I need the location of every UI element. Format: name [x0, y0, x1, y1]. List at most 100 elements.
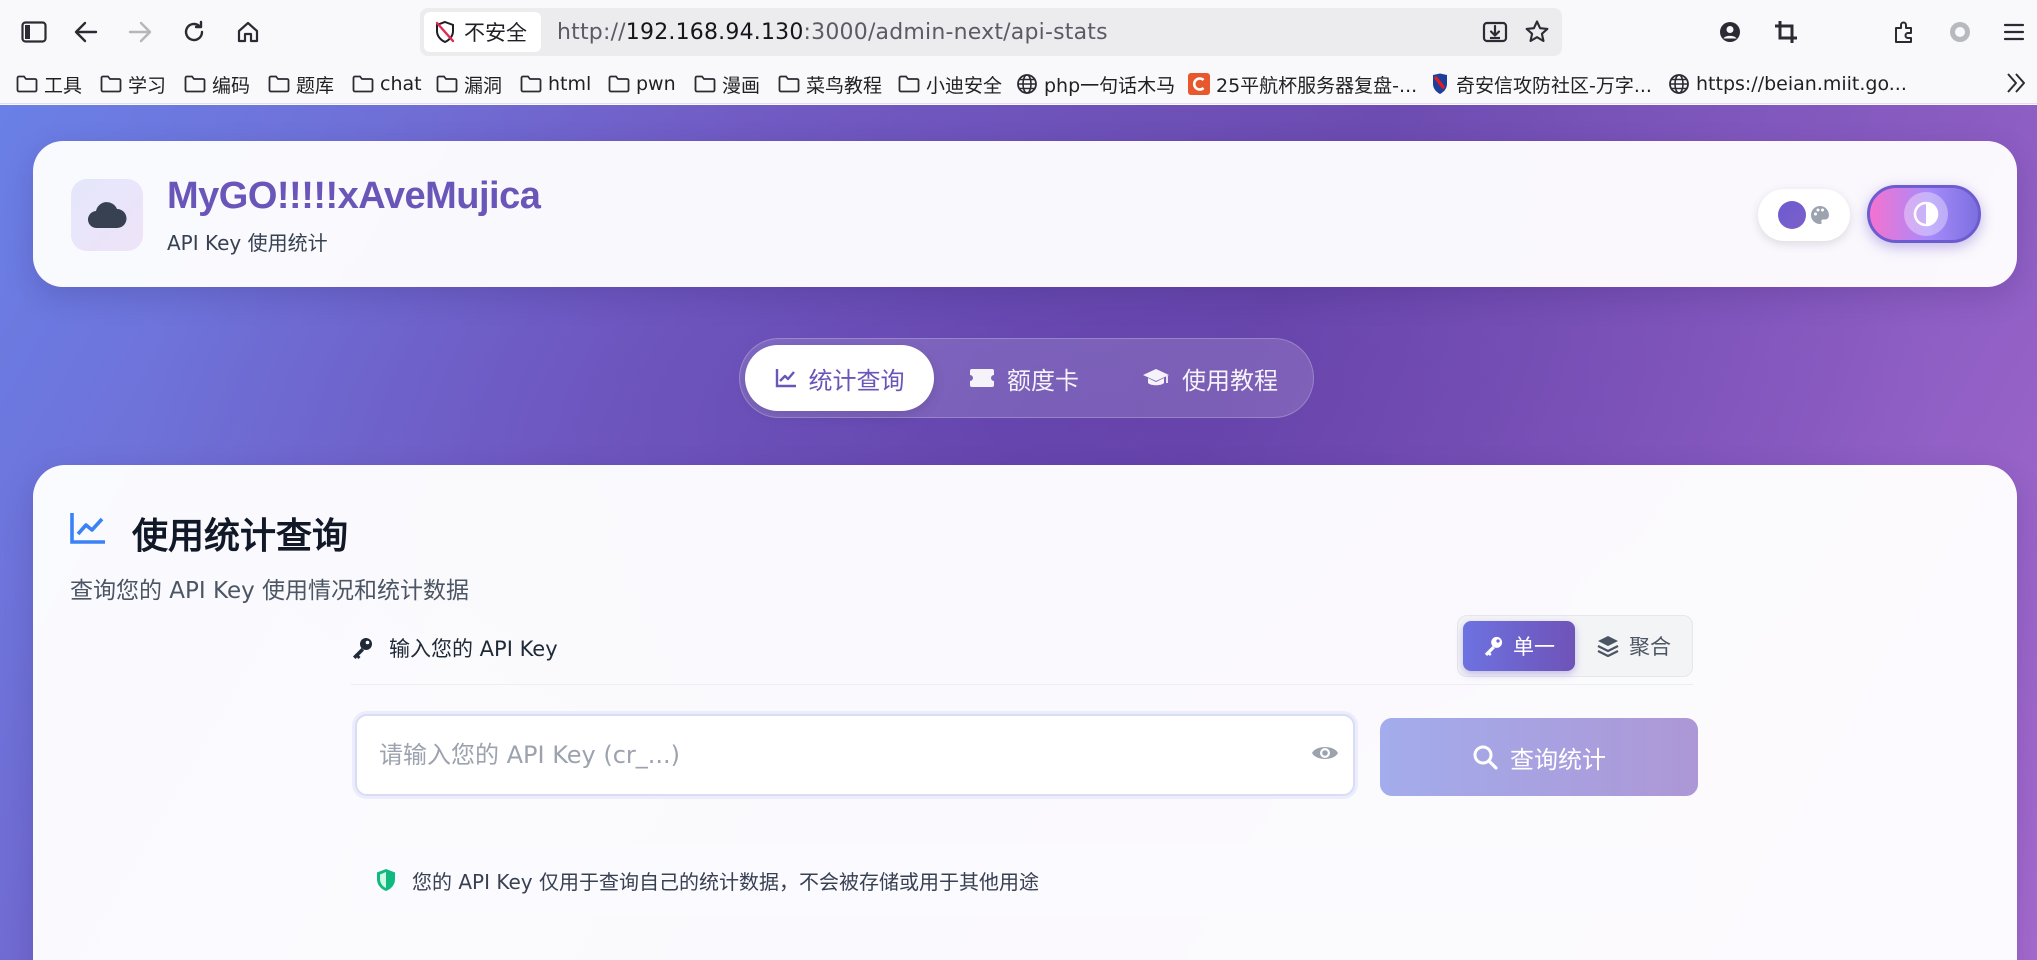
- bookmarks-overflow-chevron-icon[interactable]: [2005, 70, 2027, 100]
- account-icon[interactable]: [1712, 14, 1748, 50]
- eye-icon[interactable]: [1311, 742, 1339, 764]
- page-title: 使用统计查询: [132, 516, 349, 557]
- brand-subtitle: API Key 使用统计: [167, 231, 328, 255]
- search-icon: [1473, 745, 1498, 770]
- bookmark-item[interactable]: 小迪安全: [898, 68, 1002, 100]
- ticket-icon: [970, 369, 994, 387]
- bookmark-label: 工具: [44, 74, 83, 97]
- api-key-label-row: 输入您的 API Key 单一 聚合: [351, 607, 1693, 685]
- key-icon: [1484, 636, 1503, 656]
- bookmark-item[interactable]: https://beian.miit.go...: [1668, 68, 1907, 100]
- bookmark-star-icon[interactable]: [1519, 14, 1555, 50]
- bookmark-item[interactable]: html: [520, 68, 591, 100]
- forward-arrow-icon[interactable]: [122, 14, 158, 50]
- bookmark-item[interactable]: 题库: [268, 68, 334, 100]
- crop-screenshot-icon[interactable]: [1768, 14, 1804, 50]
- bookmark-label: 奇安信攻防社区-万字...: [1456, 74, 1652, 97]
- mode-single-button[interactable]: 单一: [1463, 621, 1575, 671]
- bookmark-label: chat: [380, 73, 422, 95]
- page-background: MyGO!!!!!xAveMujica API Key 使用统计 统计查询 额度…: [0, 105, 2037, 960]
- color-theme-button[interactable]: [1758, 189, 1850, 241]
- bookmark-item[interactable]: 漫画: [694, 68, 760, 100]
- bookmark-label: 编码: [212, 74, 251, 97]
- menu-hamburger-icon[interactable]: [1996, 14, 2032, 50]
- bookmark-label: pwn: [636, 73, 676, 95]
- bookmark-item[interactable]: 奇安信攻防社区-万字...: [1430, 68, 1652, 100]
- page-description: 查询您的 API Key 使用情况和统计数据: [70, 578, 470, 604]
- api-key-input-wrapper: [355, 714, 1355, 796]
- folder-icon: [520, 75, 542, 93]
- folder-icon: [436, 75, 458, 93]
- tab-label: 额度卡: [1007, 366, 1079, 395]
- chart-line-icon: [70, 513, 105, 544]
- privacy-notice: 您的 API Key 仅用于查询自己的统计数据，不会被存储或用于其他用途: [354, 845, 1698, 915]
- cloud-icon: [87, 202, 127, 229]
- browser-toolbar: 不安全 http://192.168.94.130:3000/admin-nex…: [0, 0, 2037, 64]
- tab-label: 统计查询: [808, 366, 905, 395]
- bookmark-label: 漏洞: [464, 74, 503, 97]
- security-indicator[interactable]: 不安全: [424, 12, 541, 52]
- bookmark-item[interactable]: 漏洞: [436, 68, 502, 100]
- bookmarks-bar: 工具 学习 编码 题库 chat 漏洞 html pwn 漫画 菜鸟教程 小迪安…: [0, 64, 2037, 104]
- mode-aggregate-label: 聚合: [1629, 635, 1671, 659]
- globe-icon: [1669, 74, 1689, 94]
- extensions-puzzle-icon[interactable]: [1886, 14, 1922, 50]
- folder-icon: [778, 75, 800, 93]
- bookmark-item[interactable]: php一句话木马: [1016, 68, 1175, 100]
- header-card: MyGO!!!!!xAveMujica API Key 使用统计: [33, 141, 2017, 287]
- url-host: 192.168.94.130: [625, 19, 804, 45]
- download-page-icon[interactable]: [1477, 14, 1513, 50]
- bookmark-label: html: [548, 73, 592, 95]
- bookmark-label: 菜鸟教程: [806, 74, 883, 97]
- broken-shield-icon: [435, 20, 455, 44]
- dark-mode-toggle[interactable]: [1867, 185, 1981, 243]
- toggle-knob: [1904, 192, 1948, 236]
- graduation-cap-icon: [1143, 369, 1169, 386]
- api-key-input[interactable]: [379, 716, 1279, 794]
- theme-color-swatch: [1778, 201, 1806, 229]
- bookmark-label: https://beian.miit.go...: [1696, 73, 1907, 95]
- shield-check-icon: [377, 869, 395, 891]
- mode-aggregate-button[interactable]: 聚合: [1580, 621, 1688, 671]
- bookmark-item[interactable]: 学习: [100, 68, 166, 100]
- query-stats-button[interactable]: 查询统计: [1380, 718, 1698, 796]
- bookmark-label: 学习: [128, 74, 167, 97]
- globe-icon: [1017, 74, 1037, 94]
- key-icon: [353, 638, 372, 659]
- bookmark-label: 题库: [296, 74, 335, 97]
- reload-icon[interactable]: [176, 14, 212, 50]
- address-bar[interactable]: 不安全 http://192.168.94.130:3000/admin-nex…: [420, 8, 1562, 56]
- brand-title: MyGO!!!!!xAveMujica: [167, 175, 541, 217]
- logo: [71, 179, 143, 251]
- url-path: :3000/admin-next/api-stats: [803, 19, 1108, 45]
- folder-icon: [898, 75, 920, 93]
- bookmark-item[interactable]: chat: [352, 68, 422, 100]
- bookmark-item[interactable]: 编码: [184, 68, 250, 100]
- api-key-label-text: 输入您的 API Key: [389, 637, 558, 661]
- bookmark-item[interactable]: pwn: [608, 68, 676, 100]
- folder-icon: [184, 75, 206, 93]
- folder-icon: [694, 75, 716, 93]
- bookmark-item[interactable]: 25平航杯服务器复盘-...: [1188, 68, 1417, 100]
- home-icon[interactable]: [230, 14, 266, 50]
- security-label: 不安全: [464, 21, 527, 45]
- c-logo-icon: [1188, 73, 1210, 95]
- bookmark-label: 25平航杯服务器复盘-...: [1216, 74, 1418, 97]
- bookmark-label: 小迪安全: [926, 74, 1003, 97]
- bookmark-label: 漫画: [722, 74, 761, 97]
- query-mode-switch: 单一 聚合: [1457, 615, 1693, 677]
- url-text[interactable]: http://192.168.94.130:3000/admin-next/ap…: [557, 20, 1108, 45]
- bookmark-item[interactable]: 工具: [16, 68, 82, 100]
- query-stats-label: 查询统计: [1510, 745, 1606, 774]
- tab-tutorial[interactable]: 使用教程: [1114, 345, 1306, 411]
- tab-quota-card[interactable]: 额度卡: [944, 345, 1104, 411]
- back-arrow-icon[interactable]: [68, 14, 104, 50]
- tab-stats-query[interactable]: 统计查询: [745, 345, 934, 411]
- folder-icon: [608, 75, 630, 93]
- folder-icon: [268, 75, 290, 93]
- bookmark-item[interactable]: 菜鸟教程: [778, 68, 882, 100]
- sidebar-toggle-icon[interactable]: [16, 14, 52, 50]
- extension-circle-icon[interactable]: [1942, 14, 1978, 50]
- privacy-notice-text: 您的 API Key 仅用于查询自己的统计数据，不会被存储或用于其他用途: [412, 869, 1039, 894]
- tab-label: 使用教程: [1182, 366, 1278, 395]
